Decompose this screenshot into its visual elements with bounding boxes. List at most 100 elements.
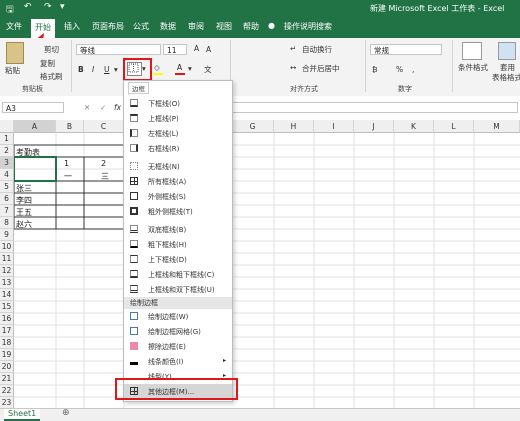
merge-center-button[interactable]: 合并后居中 xyxy=(302,63,340,74)
copy-button[interactable]: 复制 xyxy=(40,58,55,69)
menu-item-right-border[interactable]: 右框线(R) xyxy=(124,141,232,156)
row-header[interactable]: 16 xyxy=(0,313,14,325)
menu-item-thick-bottom-border[interactable]: 粗下框线(H) xyxy=(124,237,232,252)
tab-view[interactable]: 视图 xyxy=(216,21,232,32)
menu-item-outside-borders[interactable]: 外侧框线(S) xyxy=(124,189,232,204)
row-header[interactable]: 13 xyxy=(0,277,14,289)
tab-data[interactable]: 数据 xyxy=(160,21,176,32)
row-header[interactable]: 22 xyxy=(0,385,14,397)
fill-color-icon[interactable]: ◇ xyxy=(154,63,160,72)
phonetic-icon[interactable]: 文 xyxy=(204,64,212,75)
col-header-j[interactable]: J xyxy=(354,120,394,133)
font-name-select[interactable]: 等线 xyxy=(76,44,161,55)
underline-dropdown-icon[interactable]: ▾ xyxy=(114,65,118,74)
sheet-tab[interactable]: Sheet1 xyxy=(4,409,41,421)
menu-item-double-bottom-border[interactable]: 双底框线(B) xyxy=(124,222,232,237)
row-header[interactable]: 9 xyxy=(0,229,14,241)
col-header-c[interactable]: C xyxy=(84,120,124,133)
tab-help[interactable]: 帮助 xyxy=(243,21,259,32)
cell-c4[interactable]: 三 xyxy=(101,171,109,182)
col-header-i[interactable]: I xyxy=(314,120,354,133)
col-header-m[interactable]: M xyxy=(474,120,520,133)
row-header[interactable]: 17 xyxy=(0,325,14,337)
underline-button[interactable]: U xyxy=(104,65,110,74)
row-header[interactable]: 4 xyxy=(0,169,14,181)
cell-a2[interactable]: 考勤表 xyxy=(16,147,40,158)
conditional-format-button[interactable]: 条件格式 xyxy=(458,62,488,73)
row-header[interactable]: 12 xyxy=(0,265,14,277)
fx-button[interactable]: fx xyxy=(114,103,121,112)
percent-button[interactable]: % xyxy=(396,65,403,74)
cell-a7[interactable]: 王五 xyxy=(16,207,32,218)
row-header[interactable]: 8 xyxy=(0,217,14,229)
col-header-l[interactable]: L xyxy=(434,120,474,133)
menu-item-top-bottom-border[interactable]: 上下框线(D) xyxy=(124,252,232,267)
menu-item-top-border[interactable]: 上框线(P) xyxy=(124,111,232,126)
row-header[interactable]: 18 xyxy=(0,337,14,349)
worksheet-grid[interactable]: A B C D G H I J K L M 1 2 3 4 5 6 7 8 9 … xyxy=(0,120,520,410)
col-header-g[interactable]: G xyxy=(232,120,274,133)
italic-button[interactable]: I xyxy=(92,65,94,74)
increase-font-icon[interactable]: A xyxy=(194,44,199,53)
menu-item-line-color[interactable]: 线条颜色(I) ▸ xyxy=(124,354,232,369)
menu-item-bottom-border[interactable]: 下框线(O) xyxy=(124,96,232,111)
row-header[interactable]: 5 xyxy=(0,181,14,193)
menu-item-top-double-bottom-border[interactable]: 上框线和双下框线(U) xyxy=(124,282,232,297)
row-header[interactable]: 20 xyxy=(0,361,14,373)
cell-a8[interactable]: 赵六 xyxy=(16,219,32,230)
formula-input[interactable] xyxy=(232,102,518,113)
tab-page-layout[interactable]: 页面布局 xyxy=(92,21,124,32)
font-color-icon[interactable]: A xyxy=(177,63,182,72)
search-tell-me[interactable]: 操作说明搜索 xyxy=(284,21,332,32)
cell-a6[interactable]: 李四 xyxy=(16,195,32,206)
cancel-icon[interactable]: ✕ xyxy=(84,103,90,112)
cell-b3[interactable]: 1 xyxy=(64,159,69,168)
wrap-text-button[interactable]: 自动换行 xyxy=(302,44,332,55)
menu-item-no-border[interactable]: 无框线(N) xyxy=(124,159,232,174)
menu-item-all-borders[interactable]: 所有框线(A) xyxy=(124,174,232,189)
menu-item-top-thick-bottom-border[interactable]: 上框线和粗下框线(C) xyxy=(124,267,232,282)
decrease-font-icon[interactable]: A xyxy=(206,45,211,54)
name-box[interactable]: A3 xyxy=(2,102,64,113)
bold-button[interactable]: B xyxy=(78,65,84,74)
row-header[interactable]: 6 xyxy=(0,193,14,205)
row-header[interactable]: 11 xyxy=(0,253,14,265)
row-header[interactable]: 19 xyxy=(0,349,14,361)
paste-button[interactable]: 粘贴 xyxy=(5,65,20,76)
paste-icon[interactable] xyxy=(6,42,24,64)
table-format-icon[interactable] xyxy=(498,42,516,60)
menu-item-thick-outside-borders[interactable]: 粗外侧框线(T) xyxy=(124,204,232,219)
enter-icon[interactable]: ✓ xyxy=(100,103,106,112)
row-header[interactable]: 2 xyxy=(0,145,14,157)
menu-item-left-border[interactable]: 左框线(L) xyxy=(124,126,232,141)
tab-formulas[interactable]: 公式 xyxy=(133,21,149,32)
menu-item-erase-border[interactable]: 擦除边框(E) xyxy=(124,339,232,354)
currency-icon[interactable]: ₿ xyxy=(372,65,378,74)
row-header[interactable]: 21 xyxy=(0,373,14,385)
cell-b4[interactable]: 一 xyxy=(64,171,72,182)
row-header[interactable]: 7 xyxy=(0,205,14,217)
col-header-h[interactable]: H xyxy=(274,120,314,133)
row-header[interactable]: 14 xyxy=(0,289,14,301)
cell-a5[interactable]: 张三 xyxy=(16,183,32,194)
cell-c3[interactable]: 2 xyxy=(101,159,106,168)
add-sheet-icon[interactable]: ⊕ xyxy=(62,408,70,418)
row-header[interactable]: 1 xyxy=(0,133,14,145)
cut-button[interactable]: 剪切 xyxy=(44,44,59,55)
conditional-format-icon[interactable] xyxy=(462,42,482,60)
tab-review[interactable]: 审阅 xyxy=(188,21,204,32)
comma-button[interactable]: , xyxy=(412,65,414,74)
font-color-dropdown-icon[interactable]: ▾ xyxy=(188,64,192,73)
select-all-corner[interactable] xyxy=(0,120,14,133)
number-format-select[interactable]: 常规 xyxy=(370,44,442,55)
col-header-k[interactable]: K xyxy=(394,120,434,133)
format-painter-button[interactable]: 格式刷 xyxy=(40,71,63,82)
row-header[interactable]: 15 xyxy=(0,301,14,313)
menu-item-draw-border[interactable]: 绘制边框(W) xyxy=(124,309,232,324)
row-header[interactable]: 3 xyxy=(0,157,14,169)
font-size-select[interactable]: 11 xyxy=(163,44,187,55)
row-header[interactable]: 10 xyxy=(0,241,14,253)
col-header-a[interactable]: A xyxy=(14,120,56,133)
menu-item-draw-border-grid[interactable]: 绘制边框网格(G) xyxy=(124,324,232,339)
col-header-b[interactable]: B xyxy=(56,120,84,133)
